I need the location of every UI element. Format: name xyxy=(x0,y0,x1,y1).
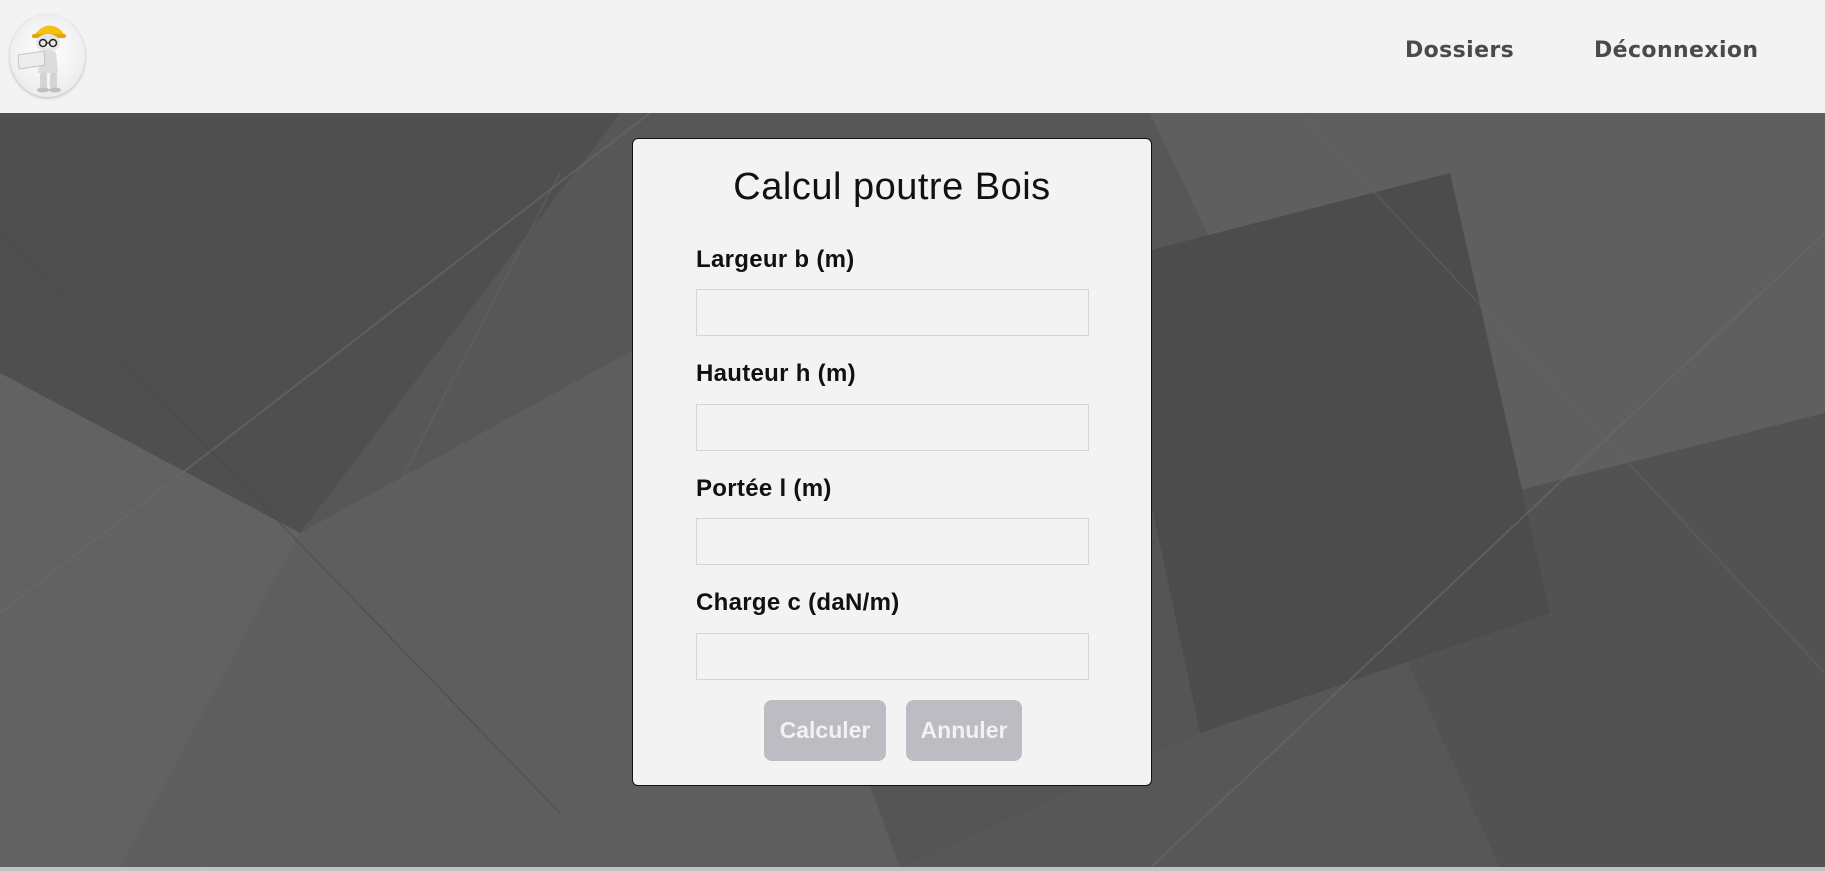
engineer-mascot-icon xyxy=(17,25,66,93)
height-input[interactable] xyxy=(696,404,1089,451)
span-label: Portée l (m) xyxy=(696,475,832,502)
beam-calc-form: Calcul poutre Bois Largeur b (m) Hauteur… xyxy=(632,138,1152,786)
form-title: Calcul poutre Bois xyxy=(733,166,1051,208)
height-label: Hauteur h (m) xyxy=(696,360,856,387)
bottom-border xyxy=(0,867,1825,871)
span-input[interactable] xyxy=(696,518,1089,565)
nav-link-dossiers[interactable]: Dossiers xyxy=(1405,38,1514,63)
width-input[interactable] xyxy=(696,289,1089,336)
top-navbar: Dossiers Déconnexion xyxy=(0,0,1825,113)
load-label: Charge c (daN/m) xyxy=(696,589,900,616)
logo[interactable] xyxy=(10,15,85,97)
width-label: Largeur b (m) xyxy=(696,246,855,273)
load-input[interactable] xyxy=(696,633,1089,680)
calculate-button[interactable]: Calculer xyxy=(764,700,886,761)
cancel-button[interactable]: Annuler xyxy=(906,700,1022,761)
nav-link-logout[interactable]: Déconnexion xyxy=(1594,38,1759,63)
